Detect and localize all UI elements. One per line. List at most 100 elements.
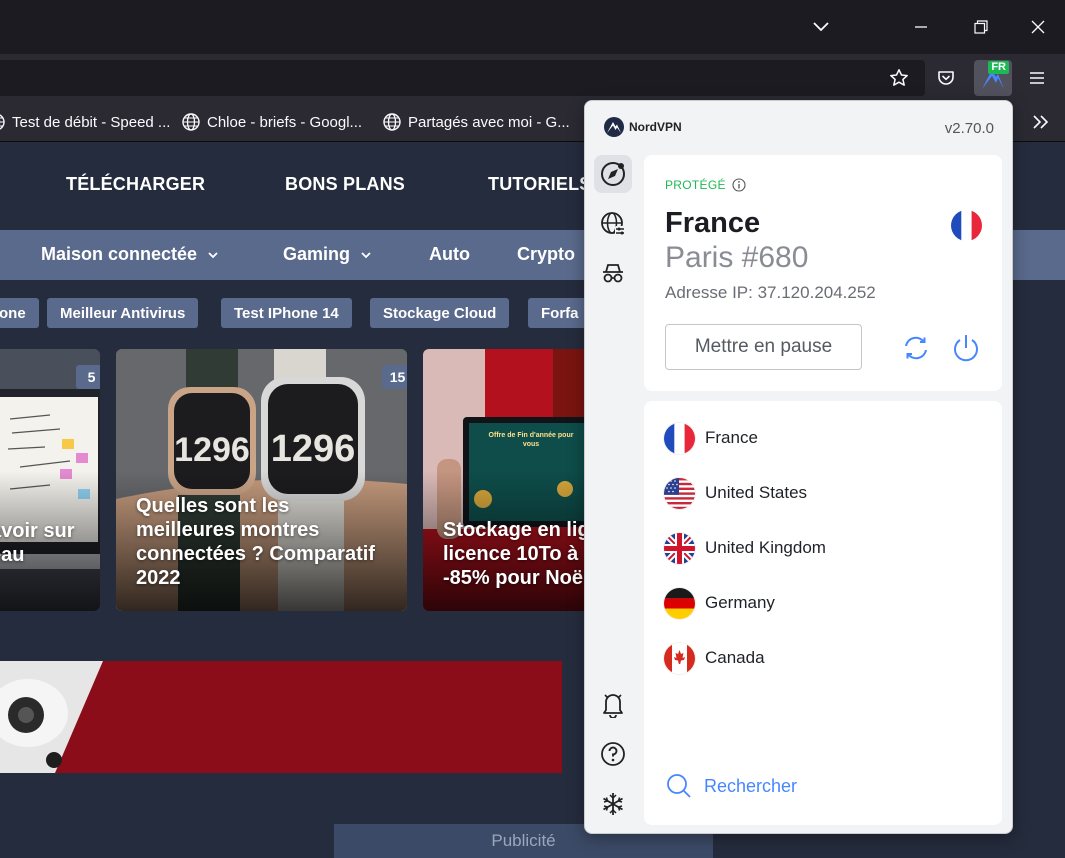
country-name: France [705, 428, 758, 447]
country-item-germany[interactable]: Germany [664, 587, 775, 619]
card-title-line: Stockage en lig [443, 519, 590, 541]
browser-titlebar [0, 0, 1065, 54]
menu-icon[interactable] [1020, 62, 1054, 94]
bookmark-label: Chloe - briefs - Googl... [207, 113, 363, 131]
subnav-gaming[interactable]: Gaming [283, 244, 372, 265]
refresh-icon [905, 336, 927, 360]
tag[interactable]: Meilleur Antivirus [47, 298, 199, 328]
status-protected: PROTÉGÉ [665, 178, 746, 192]
nordvpn-mountain-icon [604, 117, 624, 137]
tag[interactable]: Stockage Cloud [370, 298, 510, 328]
france-flag-icon [664, 422, 695, 454]
uk-flag-icon [664, 532, 695, 564]
nav-tutoriels[interactable]: TUTORIELS [488, 174, 591, 195]
usa-flag-icon [664, 477, 695, 509]
version-label: v2.70.0 [944, 120, 994, 137]
country-name: Canada [705, 648, 765, 667]
globe-icon [0, 114, 5, 130]
snowflake-icon [603, 793, 623, 815]
nordvpn-extension-button[interactable]: FR [974, 60, 1012, 96]
chevron-down-icon [208, 251, 218, 258]
help-nav[interactable] [594, 735, 632, 773]
notifications-nav[interactable] [594, 685, 632, 723]
country-name: United States [705, 483, 808, 502]
tag[interactable]: Test IPhone 14 [221, 298, 352, 328]
subnav-auto[interactable]: Auto [429, 244, 470, 265]
brand-name: NordVPN [629, 120, 682, 134]
reconnect-button[interactable] [899, 331, 933, 365]
photo-count-badge: 15 [382, 365, 407, 389]
card-title-line: avoir sur [0, 520, 75, 542]
subnav-label: Gaming [283, 244, 351, 264]
tag[interactable]: Forfa [528, 298, 592, 328]
nav-bons-plans[interactable]: BONS PLANS [285, 174, 405, 195]
card-title-line: -85% pour Noë [443, 567, 584, 589]
subnav-crypto[interactable]: Crypto [517, 244, 575, 265]
country-name: Germany [705, 593, 775, 612]
chevron-down-icon [361, 251, 371, 258]
restore-icon[interactable] [964, 10, 998, 44]
nordvpn-popup: NordVPN v2.70.0 PROTÉGÉ France Paris #68… [584, 100, 1013, 834]
nordvpn-logo: NordVPN [603, 117, 682, 137]
card-title-line: connectées ? Comparatif [136, 543, 375, 565]
bookmark-label: Partagés avec moi - G... [408, 113, 570, 131]
power-icon [954, 335, 978, 362]
list-all-tabs-icon[interactable] [804, 10, 838, 44]
help-icon [601, 742, 625, 766]
article-card[interactable]: 5 avoir sur eau [0, 349, 100, 611]
france-flag-icon [951, 210, 982, 241]
bookmark-item[interactable]: Chloe - briefs - Googl... [181, 112, 362, 132]
promo-text: Offre de Fin d'année pour vous [488, 432, 574, 448]
search-button[interactable]: Rechercher [666, 773, 797, 799]
popup-header: NordVPN v2.70.0 [585, 101, 1012, 153]
country-item-france[interactable]: France [664, 422, 758, 454]
bookmark-item[interactable]: Partagés avec moi - G... [382, 112, 570, 132]
ip-address: Adresse IP: 37.120.204.252 [665, 283, 876, 302]
minimize-icon[interactable] [904, 10, 938, 44]
ad-banner[interactable] [0, 661, 562, 773]
country-name: United Kingdom [705, 538, 826, 557]
article-card[interactable]: 1296 1296 15 Quelles sont les meilleures… [116, 349, 407, 611]
photo-count-badge: 5 [76, 365, 100, 389]
card-title-line: eau [0, 544, 25, 566]
globe-settings-icon [601, 212, 625, 236]
country-item-united-kingdom[interactable]: United Kingdom [664, 532, 826, 564]
pocket-icon[interactable] [929, 62, 963, 94]
bell-icon [603, 694, 623, 718]
tag[interactable]: one [0, 298, 39, 328]
canada-flag-icon [664, 642, 695, 674]
globe-icon [383, 113, 401, 131]
card-title-line: meilleures montres [136, 519, 320, 541]
article-card[interactable]: Offre de Fin d'année pour vous Stockage … [423, 349, 603, 611]
bookmark-label: Test de débit - Speed ... [12, 113, 171, 131]
compass-icon [601, 162, 625, 186]
quick-connect-nav[interactable] [594, 155, 632, 193]
browser-toolbar: FR [0, 54, 1065, 102]
ad-image [0, 661, 562, 773]
nav-telecharger[interactable]: TÉLÉCHARGER [66, 174, 205, 195]
address-bar[interactable] [0, 60, 925, 96]
country-item-united-states[interactable]: United States [664, 477, 807, 509]
subnav-maison-connectee[interactable]: Maison connectée [41, 244, 219, 265]
svg-text:1296: 1296 [271, 428, 356, 470]
bookmark-item[interactable]: Test de débit - Speed ... [0, 112, 170, 132]
subnav-label: Maison connectée [41, 244, 198, 264]
connected-country: France [665, 207, 761, 239]
connection-status-card: PROTÉGÉ France Paris #680 Adresse IP: 37… [644, 155, 1002, 391]
card-title-line: licence 10To à [443, 543, 579, 565]
settings-nav[interactable] [594, 785, 632, 823]
close-icon[interactable] [1021, 10, 1055, 44]
svg-text:1296: 1296 [174, 431, 250, 469]
pause-button[interactable]: Mettre en pause [665, 324, 862, 370]
incognito-icon [603, 264, 623, 283]
disconnect-button[interactable] [949, 331, 983, 365]
server-name: Paris #680 [665, 241, 809, 274]
search-icon [667, 774, 691, 798]
info-icon[interactable] [732, 178, 746, 192]
bookmark-star-icon[interactable] [882, 62, 916, 94]
servers-nav[interactable] [594, 205, 632, 243]
more-bookmarks-icon[interactable] [1032, 112, 1050, 132]
globe-icon [182, 113, 200, 131]
country-item-canada[interactable]: Canada [664, 642, 765, 674]
incognito-nav[interactable] [594, 255, 632, 293]
